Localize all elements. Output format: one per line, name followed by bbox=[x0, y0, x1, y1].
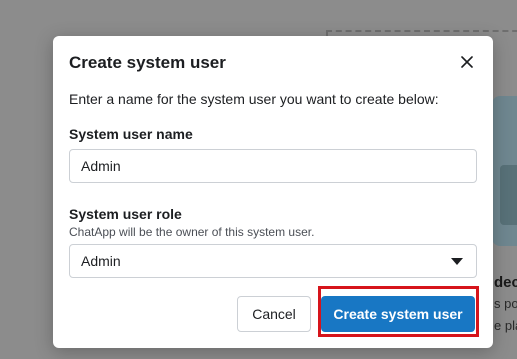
role-selected-value: Admin bbox=[81, 253, 121, 269]
create-system-user-dialog: Create system user Enter a name for the … bbox=[53, 36, 493, 348]
close-icon bbox=[461, 56, 473, 68]
system-user-role-label: System user role bbox=[69, 206, 182, 222]
system-user-role-description: ChatApp will be the owner of this system… bbox=[69, 225, 315, 239]
create-system-user-button[interactable]: Create system user bbox=[321, 296, 475, 332]
cancel-button[interactable]: Cancel bbox=[237, 296, 311, 332]
system-user-name-label: System user name bbox=[69, 126, 193, 142]
dialog-title: Create system user bbox=[69, 53, 226, 72]
close-button[interactable] bbox=[457, 52, 477, 72]
system-user-name-input[interactable] bbox=[69, 149, 477, 183]
caret-down-icon bbox=[451, 257, 463, 265]
dialog-intro-text: Enter a name for the system user you wan… bbox=[69, 91, 439, 107]
system-user-role-select[interactable]: Admin bbox=[69, 244, 477, 278]
